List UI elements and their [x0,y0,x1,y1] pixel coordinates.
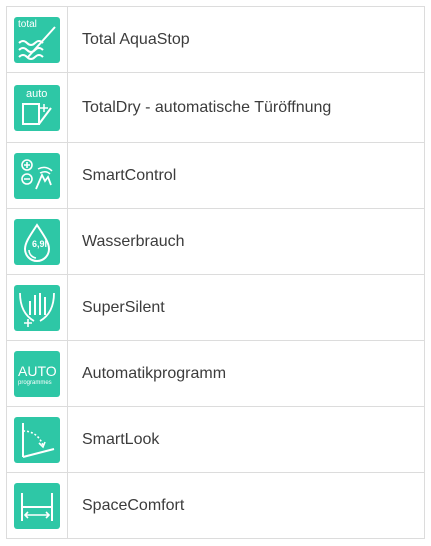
feature-row-wasserbrauch: 6,9l Wasserbrauch [6,209,425,275]
feature-icon-cell [6,473,68,538]
total-aquastop-icon: total [14,16,60,63]
feature-label: SmartControl [68,143,425,208]
feature-label: SpaceComfort [68,473,425,538]
feature-label: TotalDry - automatische Türöffnung [68,73,425,142]
feature-row-totaldry: auto TotalDry - automatische Türöffnung [6,73,425,143]
feature-icon-cell: AUTO programmes [6,341,68,406]
feature-icon-cell: 6,9l [6,209,68,274]
super-silent-icon [14,284,60,331]
water-drop-icon-text: 6,9l [32,238,48,249]
water-drop-icon: 6,9l [14,218,60,265]
smart-control-icon [14,152,60,199]
feature-row-supersilent: SuperSilent [6,275,425,341]
feature-row-smartcontrol: SmartControl [6,143,425,209]
feature-label: SuperSilent [68,275,425,340]
feature-icon-cell [6,275,68,340]
feature-icon-cell: total [6,7,68,72]
feature-row-smartlook: SmartLook [6,407,425,473]
space-comfort-icon [14,482,60,529]
feature-label: SmartLook [68,407,425,472]
auto-programmes-icon-text: AUTO [18,362,57,379]
feature-icon-cell [6,143,68,208]
auto-programmes-icon-subtext: programmes [18,379,52,386]
feature-list: total Total AquaStop auto TotalDry - aut… [6,6,425,539]
auto-door-open-icon: auto [14,84,60,131]
feature-row-spacecomfort: SpaceComfort [6,473,425,539]
feature-row-automatikprogramm: AUTO programmes Automatikprogramm [6,341,425,407]
feature-icon-cell [6,407,68,472]
feature-icon-cell: auto [6,73,68,142]
auto-programmes-icon: AUTO programmes [14,350,60,397]
feature-label: Total AquaStop [68,7,425,72]
feature-row-total-aquastop: total Total AquaStop [6,7,425,73]
feature-label: Automatikprogramm [68,341,425,406]
smart-look-icon [14,416,60,463]
feature-label: Wasserbrauch [68,209,425,274]
